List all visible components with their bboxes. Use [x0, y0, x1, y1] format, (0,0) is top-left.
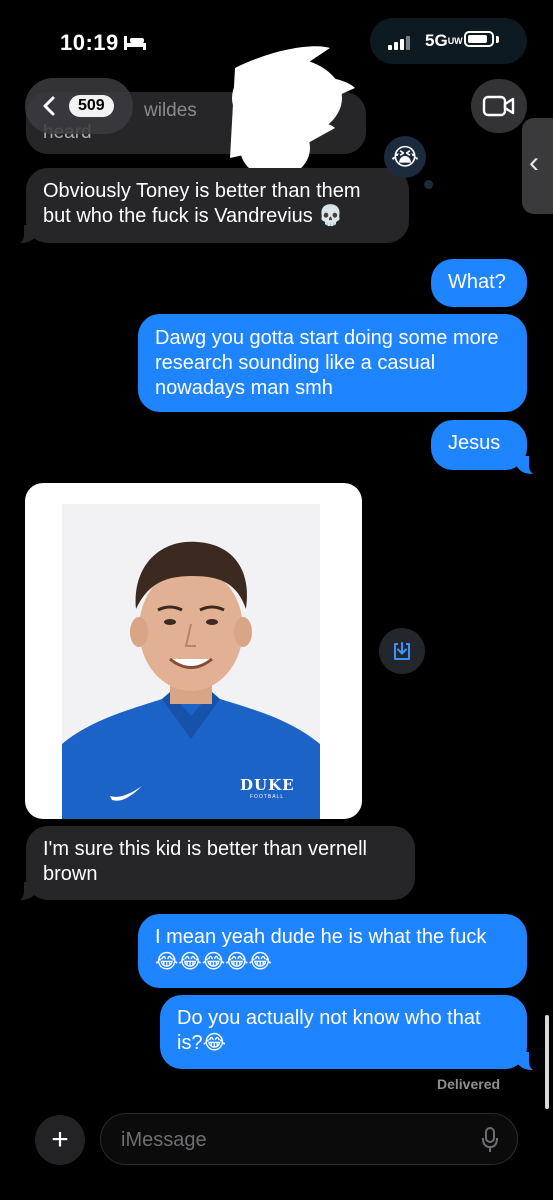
image-message[interactable]: DUKE FOOTBALL	[25, 483, 362, 819]
back-button[interactable]: 509	[25, 78, 133, 134]
bubble-tail	[10, 880, 38, 902]
chevron-left-icon: ‹	[529, 146, 539, 179]
save-image-button[interactable]	[379, 628, 425, 674]
unread-count-badge: 509	[69, 95, 114, 117]
message-sent[interactable]: Jesus	[431, 420, 527, 470]
message-sent[interactable]: Dawg you gotta start doing some more res…	[138, 314, 527, 412]
jersey-logo: DUKE	[240, 776, 295, 794]
message-sent[interactable]: I mean yeah dude he is what the fuck 😂😂😂…	[138, 914, 527, 988]
status-time: 10:19	[60, 30, 119, 55]
jersey-logo-sub: FOOTBALL	[250, 794, 285, 800]
facetime-video-button[interactable]	[471, 79, 527, 133]
add-attachment-button[interactable]: +	[35, 1115, 85, 1165]
download-icon	[394, 642, 410, 660]
bed-icon	[124, 36, 146, 50]
bubble-tail	[10, 223, 38, 245]
message-sent[interactable]: Do you actually not know who that is?😂	[160, 995, 527, 1069]
delivery-status: Delivered	[437, 1076, 501, 1092]
video-camera-icon	[482, 95, 515, 117]
message-input[interactable]	[119, 1126, 463, 1154]
player-photo: DUKE FOOTBALL	[62, 504, 320, 819]
battery-icon	[464, 31, 494, 47]
message-sent[interactable]: What?	[431, 259, 527, 307]
battery-tip	[496, 36, 499, 43]
chevron-left-icon	[43, 96, 55, 116]
message-received[interactable]: Obviously Toney is better than them but …	[26, 168, 409, 243]
battery-fill	[468, 35, 487, 43]
signal-icon	[388, 36, 414, 50]
message-input-field[interactable]	[100, 1113, 518, 1165]
microphone-icon[interactable]	[480, 1126, 500, 1154]
scrollbar[interactable]	[545, 1015, 549, 1109]
bubble-tail	[515, 1050, 543, 1072]
reaction-tail-dot	[424, 180, 433, 189]
network-label: 5GUW	[425, 31, 463, 50]
crying-reaction-icon: 😭	[384, 136, 426, 178]
message-received[interactable]: I'm sure this kid is better than vernell…	[26, 826, 415, 900]
redaction-scribble	[230, 46, 355, 179]
bubble-tail	[515, 454, 543, 476]
